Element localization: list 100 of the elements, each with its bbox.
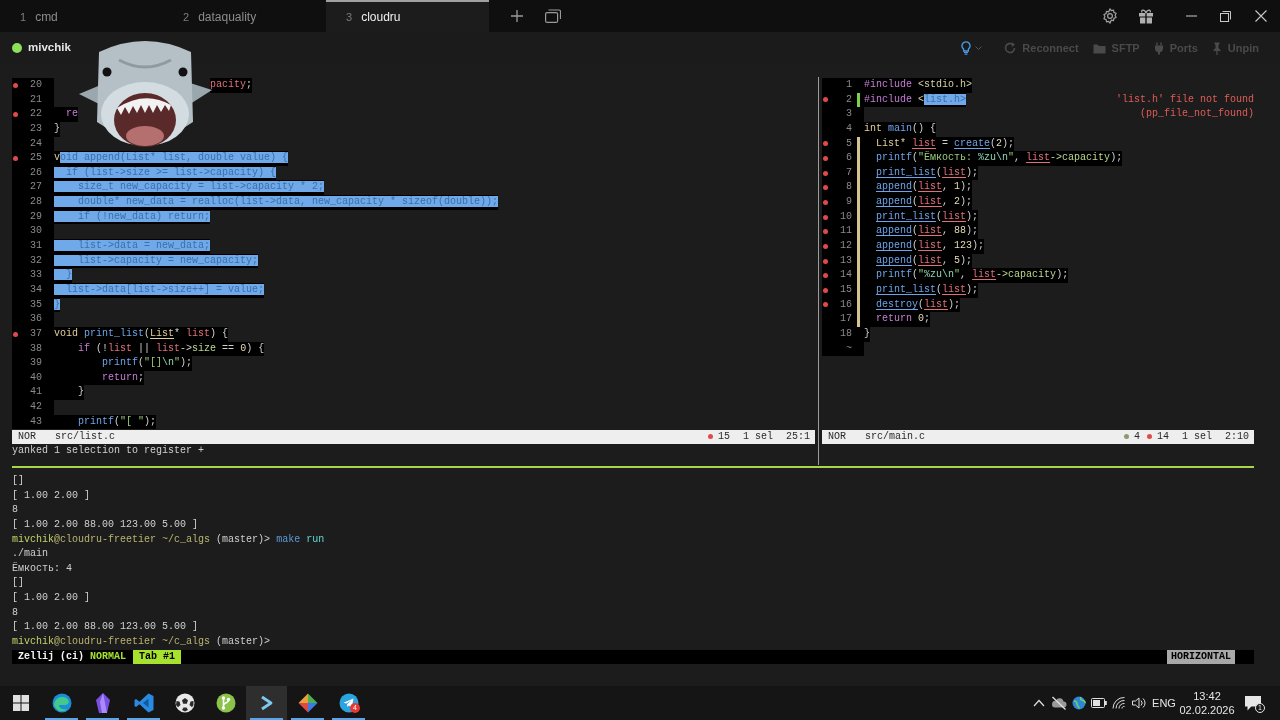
- line-number: 34: [30, 282, 42, 297]
- line-number: 30: [30, 224, 42, 239]
- code-line: }: [54, 268, 72, 283]
- four-squares-icon: [12, 695, 29, 711]
- message-icon: [1245, 695, 1261, 711]
- line-number: 25: [30, 151, 42, 166]
- line-number: 37: [30, 326, 42, 341]
- line-number: 31: [30, 239, 42, 254]
- line-number: 23: [30, 121, 42, 136]
- pin-icon: [1211, 41, 1222, 55]
- output-line: []: [12, 576, 24, 591]
- folder-icon: [1092, 42, 1106, 54]
- host-name: mivchik: [28, 40, 71, 56]
- prompt-line: mivchik@cloudru-freetier ~/c_algs (master)> make run: [12, 532, 325, 547]
- output-line: []: [12, 474, 24, 488]
- output-line: [ 1.00 2.00 88.00 123.00 5.00 ]: [12, 620, 199, 635]
- warning-dot-icon: [1123, 434, 1129, 440]
- bulb-icon: [961, 41, 972, 55]
- line-number: 38: [30, 341, 42, 356]
- line-number: 13: [840, 253, 852, 268]
- tab[interactable]: 2 dataquality: [163, 0, 326, 32]
- line-number: ~: [846, 341, 852, 356]
- globe-icon[interactable]: [1072, 696, 1086, 710]
- output-line: 8: [12, 503, 18, 518]
- line-number: 17: [840, 312, 852, 327]
- line-number: 41: [30, 385, 42, 400]
- restore-icon: [1219, 10, 1231, 22]
- output-line: [ 1.00 2.00 88.00 123.00 5.00 ]: [12, 517, 199, 532]
- crossed-cloud-icon[interactable]: [1051, 696, 1067, 710]
- line-number: 39: [30, 356, 42, 371]
- error-dot-icon: [1146, 434, 1152, 440]
- wifi-icon[interactable]: [1112, 697, 1126, 709]
- change-marker: [856, 92, 860, 108]
- line-number: 24: [30, 136, 42, 151]
- swirl-icon: [51, 693, 72, 713]
- tab[interactable]: 3 cloudru: [326, 0, 489, 32]
- ribbon-icon: [133, 693, 154, 713]
- chevron-right-icon: [259, 695, 274, 711]
- tab[interactable]: 1 cmd: [0, 0, 163, 32]
- gift-icon: [1138, 8, 1154, 24]
- line-number: 32: [30, 253, 42, 268]
- taskbar-button[interactable]: [246, 686, 287, 720]
- code-line: list->data[list->size++] = value;: [54, 282, 265, 298]
- line-number: 4: [846, 121, 852, 136]
- line-number: 22: [30, 107, 42, 122]
- mode-indicator: NOR: [828, 429, 847, 444]
- layout-indicator: HORIZONTAL: [1167, 649, 1235, 665]
- caret-icon: [975, 46, 983, 50]
- hints-button[interactable]: [961, 41, 983, 55]
- line-number: 3: [846, 107, 852, 122]
- branch-icon: [215, 693, 236, 713]
- code-line: size_t new_capacity = list->capacity * 2;: [54, 180, 325, 196]
- line-number: 26: [30, 165, 42, 180]
- line-number: 14: [840, 268, 852, 283]
- file-path: src/main.c: [865, 429, 925, 444]
- diagnostic-count: 15: [717, 429, 730, 444]
- line-number: 36: [30, 312, 42, 327]
- file-path: src/list.c: [55, 429, 115, 444]
- language-button[interactable]: ENG: [1149, 694, 1179, 712]
- zellij-tab[interactable]: Tab #1: [133, 649, 182, 665]
- diagnostic-count: 14: [1156, 429, 1169, 444]
- battery-icon[interactable]: [1091, 698, 1107, 708]
- plus-icon: [511, 10, 523, 22]
- soccer-ball-icon: [174, 693, 195, 713]
- session-name: Zellij (ci): [17, 649, 84, 664]
- line-number: 7: [846, 165, 852, 180]
- refresh-icon: [1004, 42, 1017, 54]
- code-line: double* new_data = realloc(list->data, new_capacity * sizeof(double));: [54, 195, 499, 210]
- prompt-line: mivchik@cloudru-freetier ~/c_algs (master)>: [12, 635, 271, 650]
- line-number: 9: [846, 195, 852, 210]
- cursor-position: 2:10: [1225, 429, 1249, 444]
- line-number: 33: [30, 268, 42, 283]
- output-line: [ 1.00 2.00 ]: [12, 591, 90, 606]
- code-line: list->capacity = new_capacity;: [54, 253, 259, 269]
- selection-count: 1 sel: [1181, 429, 1212, 444]
- line-number: 12: [840, 239, 852, 254]
- chevron-up-icon[interactable]: [1033, 699, 1045, 707]
- line-number: 42: [30, 400, 42, 415]
- clock-time[interactable]: 13:42: [1193, 689, 1221, 703]
- speaker-icon[interactable]: [1132, 697, 1146, 709]
- line-number: 8: [846, 180, 852, 195]
- diamond-icon: [297, 693, 318, 713]
- stacked-windows-icon: [545, 9, 561, 23]
- line-number: 5: [846, 136, 852, 151]
- mode-indicator: NORMAL: [90, 649, 127, 664]
- line-number: 27: [30, 180, 42, 195]
- diagnostic-message: 'list.h' file not found: [1115, 92, 1254, 107]
- output-line: 8: [12, 605, 18, 620]
- line-number: 20: [30, 78, 42, 92]
- line-number: 2: [846, 92, 852, 107]
- close-icon: [1255, 10, 1267, 22]
- mode-indicator: NOR: [18, 429, 37, 444]
- line-number: 43: [30, 414, 42, 429]
- clock-date[interactable]: 02.02.2026: [1179, 703, 1235, 717]
- line-number: 18: [840, 326, 852, 341]
- output-line: [ 1.00 2.00 ]: [12, 488, 90, 503]
- line-number: 16: [840, 297, 852, 312]
- line-number: 28: [30, 195, 42, 210]
- selection-count: 1 sel: [742, 429, 773, 444]
- line-number: 11: [840, 224, 852, 239]
